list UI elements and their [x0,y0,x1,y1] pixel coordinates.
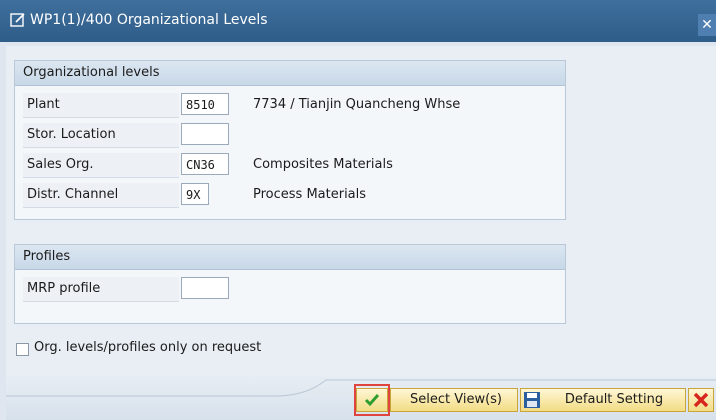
sales-org-description: Composites Materials [253,157,393,172]
mrp-profile-field[interactable] [181,277,229,299]
plant-field[interactable]: 8510 [181,93,229,115]
org-levels-group: Organizational levels Plant 8510 7734 / … [14,60,566,220]
window-title: WP1(1)/400 Organizational Levels [30,12,268,28]
mrp-profile-label: MRP profile [23,277,179,302]
select-views-label: Select View(s) [409,392,502,407]
plant-description: 7734 / Tianjin Quancheng Whse [253,97,461,112]
select-views-button[interactable]: Select View(s) [390,388,518,412]
distr-channel-label: Distr. Channel [23,183,179,208]
button-bar: Select View(s) Default Setting [6,376,716,420]
default-setting-label: Default Setting [564,392,664,407]
edit-window-icon [10,12,26,28]
close-icon: ✕ [701,17,713,33]
plant-label: Plant [23,93,179,118]
cancel-x-icon [692,391,710,409]
focus-highlight [354,384,390,416]
sales-org-field[interactable]: CN36 [181,153,229,175]
dialog-content: Organizational levels Plant 8510 7734 / … [6,46,716,420]
stor-location-field[interactable] [181,123,229,145]
sales-org-label: Sales Org. [23,153,179,178]
stor-location-label: Stor. Location [23,123,179,148]
profiles-group: Profiles MRP profile [14,244,566,324]
only-on-request-label: Org. levels/profiles only on request [34,340,262,355]
only-on-request-checkbox[interactable] [16,343,29,356]
save-disk-icon [523,391,541,409]
org-levels-heading: Organizational levels [15,61,565,86]
distr-channel-field[interactable]: 9X [181,183,209,205]
default-setting-button[interactable]: Default Setting [520,388,686,412]
window-titlebar: WP1(1)/400 Organizational Levels ✕ [0,0,716,42]
close-button[interactable]: ✕ [698,14,716,36]
profiles-heading: Profiles [15,245,565,270]
cancel-button[interactable] [688,388,714,412]
distr-channel-description: Process Materials [253,187,367,202]
